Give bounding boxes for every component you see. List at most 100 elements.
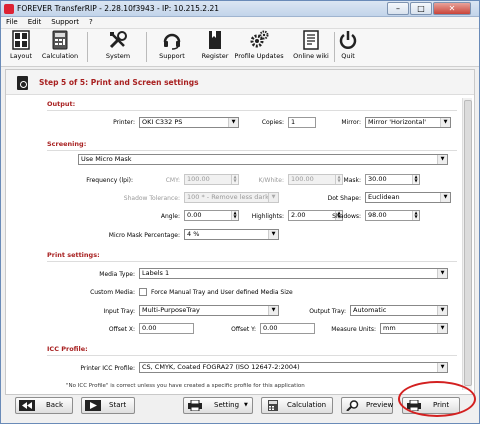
mask-label: Mask: — [343, 177, 361, 184]
input-tray-select[interactable]: Multi-PurposeTray ▼ — [139, 305, 279, 316]
mirror-label: Mirror: — [341, 119, 361, 126]
copies-input[interactable]: 1 — [288, 117, 316, 128]
toolbar-quit-button[interactable]: Quit — [338, 30, 358, 60]
mirror-select[interactable]: Mirror 'Horizontal' ▼ — [365, 117, 451, 128]
scrollbar-thumb[interactable] — [464, 100, 472, 386]
dot-shape-select[interactable]: Euclidean ▼ — [365, 192, 451, 203]
offset-x-input[interactable]: 0.00 — [139, 323, 194, 334]
menu-edit[interactable]: Edit — [23, 17, 47, 27]
spinner-icon[interactable]: ▲ ▼ — [412, 175, 419, 184]
step-title: Step 5 of 5: Print and Screen settings — [39, 78, 199, 87]
cmy-value: 100.00 — [187, 175, 210, 183]
cmy-label: CMY: — [165, 177, 180, 184]
chevron-down-icon: ▼ — [437, 324, 447, 333]
micro-mask-value: 4 % — [187, 230, 200, 238]
shadows-input[interactable]: 98.00 ▲ ▼ — [365, 210, 420, 221]
chevron-down-icon: ▼ — [437, 363, 447, 372]
cmy-input: 100.00 ▲ ▼ — [184, 174, 239, 185]
chevron-down-icon: ▼ — [268, 306, 278, 315]
toolbar-support-button[interactable]: Support — [155, 30, 189, 60]
settings-panel: Step 5 of 5: Print and Screen settings O… — [5, 69, 475, 395]
kwhite-label: K/White: — [258, 177, 284, 184]
toolbar-online-wiki-button[interactable]: Online wiki — [291, 30, 331, 60]
toolbar-layout-label: Layout — [9, 52, 33, 60]
offset-y-input[interactable]: 0.00 — [260, 323, 315, 334]
mask-input[interactable]: 30.00 ▲ ▼ — [365, 174, 420, 185]
chevron-down-icon: ▼ — [437, 269, 447, 278]
toolbar-separator — [334, 32, 335, 62]
toolbar-system-button[interactable]: System — [101, 30, 135, 60]
vertical-scrollbar[interactable] — [462, 98, 472, 390]
icc-profile-value: CS, CMYK, Coated FOGRA27 (ISO 12647-2:20… — [142, 363, 300, 371]
app-icon — [4, 4, 14, 14]
setting-button[interactable]: Setting ▼ — [183, 397, 253, 414]
print-section-title: Print settings: — [47, 251, 100, 259]
printer-select[interactable]: OKI C332 PS ▼ — [139, 117, 239, 128]
dot-shape-label: Dot Shape: — [327, 195, 361, 202]
printer-icon — [187, 399, 203, 412]
preview-label: Preview — [366, 401, 394, 409]
menu-bar: File Edit Support? — [1, 17, 479, 29]
kwhite-value: 100.00 — [291, 175, 314, 183]
printer-label: Printer: — [113, 119, 135, 126]
magnifier-icon — [345, 400, 361, 412]
custom-media-checkbox[interactable] — [139, 288, 147, 296]
spinner-icon[interactable]: ▲ ▼ — [412, 211, 419, 220]
toolbar-calculation-label: Calculation — [41, 52, 79, 60]
offset-x-value: 0.00 — [142, 324, 157, 332]
spinner-icon[interactable]: ▲ ▼ — [231, 211, 238, 220]
tools-icon — [108, 30, 128, 50]
calculation-button[interactable]: Calculation — [261, 397, 333, 414]
menu-help[interactable]: ? — [84, 17, 98, 27]
micro-mask-select[interactable]: 4 % ▼ — [184, 229, 279, 240]
micro-mask-label: Micro Mask Percentage: — [108, 232, 180, 239]
app-window: FOREVER TransferRIP - 2.28.10f3943 - IP:… — [0, 0, 480, 424]
layout-icon — [11, 30, 31, 50]
toolbar-support-label: Support — [159, 52, 185, 60]
rewind-icon — [19, 400, 35, 411]
divider — [47, 355, 457, 356]
document-icon — [17, 76, 28, 90]
calculator-icon — [265, 400, 281, 411]
chevron-down-icon: ▼ — [440, 118, 450, 127]
measure-units-select[interactable]: mm ▼ — [380, 323, 448, 334]
register-icon — [205, 30, 225, 50]
preview-button[interactable]: Preview — [341, 397, 393, 414]
minimize-button[interactable]: – — [387, 2, 409, 15]
toolbar-online-wiki-label: Online wiki — [293, 52, 329, 60]
offset-y-value: 0.00 — [263, 324, 278, 332]
angle-input[interactable]: 0.00 ▲ ▼ — [184, 210, 239, 221]
shadows-value: 98.00 — [368, 211, 387, 219]
highlights-value: 2.00 — [291, 211, 306, 219]
toolbar-register-button[interactable]: Register — [201, 30, 229, 60]
close-button[interactable]: ✕ — [433, 2, 471, 15]
toolbar-separator — [87, 32, 88, 62]
gears-icon — [249, 30, 269, 50]
start-button[interactable]: Start — [81, 397, 135, 414]
angle-value: 0.00 — [187, 211, 202, 219]
toolbar-separator — [146, 32, 147, 62]
media-type-select[interactable]: Labels 1 ▼ — [139, 268, 448, 279]
back-button[interactable]: Back — [15, 397, 73, 414]
maximize-button[interactable]: □ — [410, 2, 432, 15]
setting-label: Setting — [214, 401, 240, 409]
measure-units-label: Measure Units: — [331, 326, 376, 333]
custom-media-checkbox-label: Force Manual Tray and User defined Media… — [151, 289, 293, 296]
custom-media-label: Custom Media: — [90, 289, 135, 296]
chevron-down-icon: ▼ — [268, 230, 278, 239]
icc-note: "No ICC Profile" is correct unless you h… — [66, 383, 305, 389]
title-bar: FOREVER TransferRIP - 2.28.10f3943 - IP:… — [1, 1, 479, 17]
menu-file[interactable]: File — [1, 17, 23, 27]
toolbar-calculation-button[interactable]: Calculation — [39, 30, 81, 60]
menu-support[interactable]: Support — [46, 17, 84, 27]
icc-profile-select[interactable]: CS, CMYK, Coated FOGRA27 (ISO 12647-2:20… — [139, 362, 448, 373]
dot-shape-value: Euclidean — [368, 193, 400, 201]
toolbar-profile-updates-button[interactable]: Profile Updates — [234, 30, 284, 60]
frequency-label: Frequency (lpi): — [86, 177, 133, 184]
screening-mode-select[interactable]: Use Micro Mask ▼ — [78, 154, 448, 165]
start-label: Start — [109, 401, 127, 409]
window-title: FOREVER TransferRIP - 2.28.10f3943 - IP:… — [17, 4, 220, 13]
output-tray-select[interactable]: Automatic ▼ — [350, 305, 448, 316]
shadows-label: Shadows: — [332, 213, 361, 220]
toolbar-layout-button[interactable]: Layout — [7, 30, 35, 60]
